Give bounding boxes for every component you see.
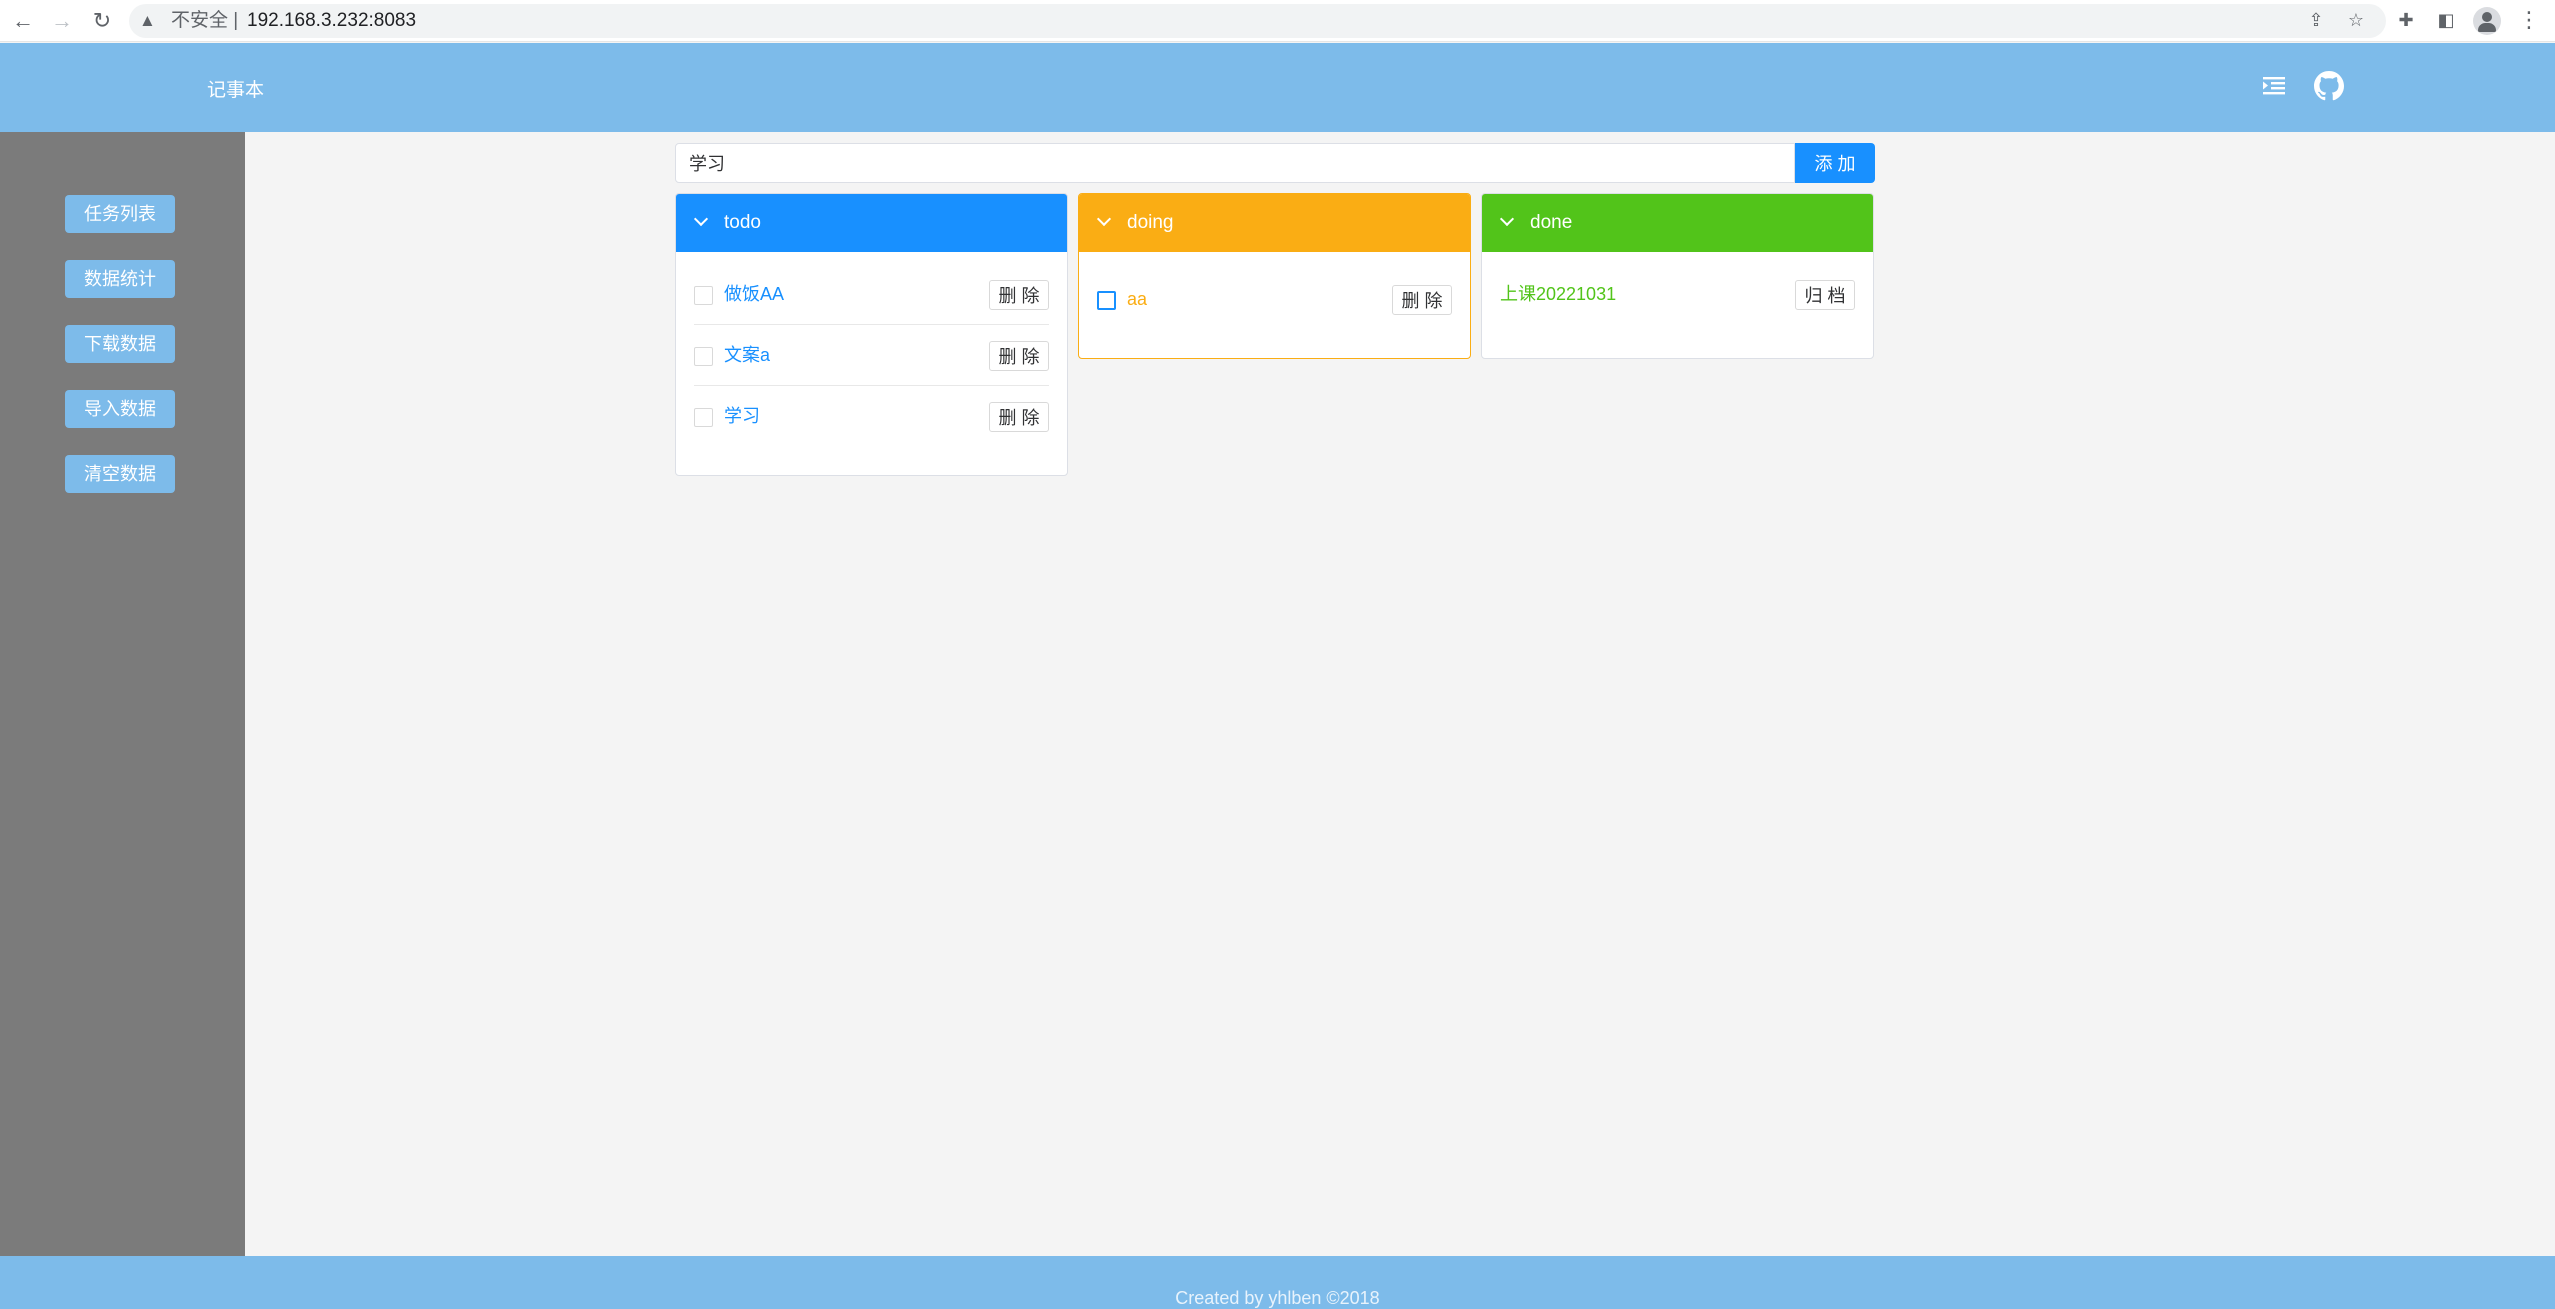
task-text[interactable]: 学习 xyxy=(724,404,760,428)
browser-toolbar: ← → ↻ ▲ 不安全 | 192.168.3.232:8083 ⇪ ☆ ✚ ◧… xyxy=(0,0,2555,42)
github-icon[interactable] xyxy=(2314,71,2344,101)
task-input-group: 添 加 xyxy=(675,143,1875,183)
sidebar-item-statistics[interactable]: 数据统计 xyxy=(65,260,175,298)
todo-panel: todo 做饭AA 删 除 文案a 删 除 学习 删 除 xyxy=(675,193,1068,476)
sidebar: 任务列表 数据统计 下载数据 导入数据 清空数据 xyxy=(0,132,245,1256)
todo-panel-header[interactable]: todo xyxy=(676,194,1067,252)
list-item: 学习 删 除 xyxy=(694,386,1049,447)
sidebar-item-task-list[interactable]: 任务列表 xyxy=(65,195,175,233)
task-checkbox[interactable] xyxy=(1097,291,1116,310)
sidebar-item-download[interactable]: 下载数据 xyxy=(65,325,175,363)
indent-menu-icon[interactable] xyxy=(2259,71,2289,101)
app-header: 记事本 xyxy=(0,43,2555,132)
footer-text: Created by yhlben ©2018 xyxy=(1175,1288,1380,1308)
sidebar-item-clear[interactable]: 清空数据 xyxy=(65,455,175,493)
task-text: 上课20221031 xyxy=(1500,284,1617,304)
side-panel-icon[interactable]: ◧ xyxy=(2432,6,2460,34)
delete-button[interactable]: 删 除 xyxy=(989,402,1049,432)
list-item: aa 删 除 xyxy=(1097,269,1452,330)
warning-icon: ▲ xyxy=(139,11,156,30)
task-input[interactable] xyxy=(675,143,1795,183)
task-checkbox[interactable] xyxy=(694,408,713,427)
doing-panel-header[interactable]: doing xyxy=(1079,194,1470,252)
todo-title: todo xyxy=(724,212,761,233)
forward-arrow-icon[interactable]: → xyxy=(47,6,77,36)
more-menu-icon[interactable]: ⋮ xyxy=(2517,6,2541,34)
reload-icon[interactable]: ↻ xyxy=(87,6,117,36)
add-button[interactable]: 添 加 xyxy=(1795,143,1875,183)
app-title: 记事本 xyxy=(207,80,265,101)
chevron-down-icon xyxy=(1499,211,1515,227)
url-text[interactable]: 192.168.3.232:8083 xyxy=(247,8,416,34)
sidebar-item-import[interactable]: 导入数据 xyxy=(65,390,175,428)
extensions-icon[interactable]: ✚ xyxy=(2392,6,2420,34)
chevron-down-icon xyxy=(693,211,709,227)
list-item: 文案a 删 除 xyxy=(694,325,1049,386)
star-icon[interactable]: ☆ xyxy=(2342,6,2370,34)
done-title: done xyxy=(1530,212,1573,233)
back-arrow-icon[interactable]: ← xyxy=(8,6,38,36)
task-text[interactable]: 文案a xyxy=(724,343,770,367)
security-label: 不安全 | xyxy=(171,10,239,31)
task-text[interactable]: 做饭AA xyxy=(724,282,784,306)
doing-panel: doing aa 删 除 xyxy=(1078,193,1471,359)
delete-button[interactable]: 删 除 xyxy=(989,280,1049,310)
list-item: 做饭AA 删 除 xyxy=(694,264,1049,325)
doing-title: doing xyxy=(1127,212,1174,233)
list-item: 上课20221031 归 档 xyxy=(1500,264,1855,325)
task-text[interactable]: aa xyxy=(1127,287,1147,311)
footer: Created by yhlben ©2018 xyxy=(0,1256,2555,1309)
chevron-down-icon xyxy=(1096,211,1112,227)
profile-avatar[interactable] xyxy=(2473,7,2501,35)
share-icon[interactable]: ⇪ xyxy=(2302,6,2330,34)
done-panel-header[interactable]: done xyxy=(1482,194,1873,252)
archive-button[interactable]: 归 档 xyxy=(1795,280,1855,310)
task-checkbox[interactable] xyxy=(694,286,713,305)
address-bar[interactable]: ▲ 不安全 | 192.168.3.232:8083 xyxy=(129,4,2386,38)
done-panel: done 上课20221031 归 档 xyxy=(1481,193,1874,359)
delete-button[interactable]: 删 除 xyxy=(1392,285,1452,315)
task-checkbox[interactable] xyxy=(694,347,713,366)
delete-button[interactable]: 删 除 xyxy=(989,341,1049,371)
